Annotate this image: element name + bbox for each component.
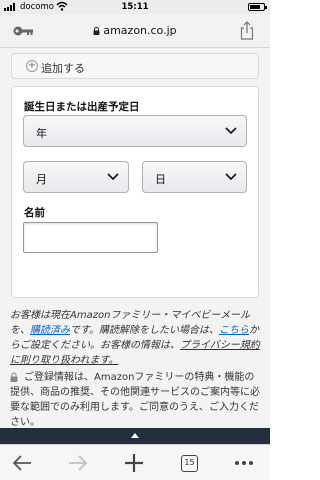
chevron-down-icon [225, 127, 237, 135]
month-select-value: 月 [36, 173, 47, 186]
add-section-toggle[interactable]: + 追加する [11, 53, 259, 79]
address-text: amazon.co.jp [103, 24, 177, 37]
share-icon[interactable] [240, 21, 254, 40]
day-select[interactable]: 日 [142, 161, 247, 193]
unsubscribe-link[interactable]: こちら [219, 325, 249, 336]
caret-up-icon [131, 433, 139, 438]
name-input[interactable] [23, 222, 158, 253]
password-key-icon[interactable] [12, 23, 34, 39]
new-tab-plus-icon[interactable] [124, 454, 144, 472]
day-select-value: 日 [155, 173, 166, 186]
page-content: + 追加する 誕生日または出産予定日 年 月 日 名前 お客様は現在Amazon… [0, 48, 270, 434]
clock: 15:11 [121, 2, 149, 12]
lock-icon [93, 27, 100, 35]
forward-arrow-icon[interactable] [68, 454, 88, 472]
back-to-top-bar[interactable] [0, 428, 270, 444]
add-section-label: 追加する [41, 62, 85, 75]
subscribed-link[interactable]: 購読済み [30, 325, 70, 336]
chevron-down-icon [225, 173, 237, 181]
chevron-down-icon [107, 173, 119, 181]
more-dots-icon[interactable] [234, 454, 254, 472]
browser-toolbar: 15 [0, 444, 270, 480]
notice-text: です。購読解除をしたい場合は、 [70, 325, 219, 336]
address-field[interactable]: amazon.co.jp [40, 24, 230, 37]
year-select[interactable]: 年 [23, 115, 247, 147]
privacy-statement: ご登録情報は、Amazonファミリーの特典・機能の提供、商品の推奨、その他関連サ… [10, 370, 262, 430]
browser-url-bar: amazon.co.jp [0, 14, 270, 48]
month-select[interactable]: 月 [23, 161, 129, 193]
birthday-form: 誕生日または出産予定日 年 月 日 名前 [11, 86, 259, 298]
birthday-title: 誕生日または出産予定日 [24, 101, 140, 113]
year-select-value: 年 [36, 127, 47, 140]
status-bar: docomo 15:11 [0, 0, 270, 14]
privacy-text: ご登録情報は、Amazonファミリーの特典・機能の提供、商品の推奨、その他関連サ… [10, 372, 260, 428]
battery-icon [248, 3, 267, 11]
name-label: 名前 [24, 207, 45, 219]
plus-circle-icon: + [26, 60, 38, 72]
tabs-button[interactable]: 15 [181, 455, 198, 472]
subscription-notice: お客様は現在Amazonファミリー・マイベビーメールを、購読済みです。購読解除を… [10, 308, 262, 368]
lock-icon [10, 372, 18, 382]
back-arrow-icon[interactable] [12, 454, 32, 472]
